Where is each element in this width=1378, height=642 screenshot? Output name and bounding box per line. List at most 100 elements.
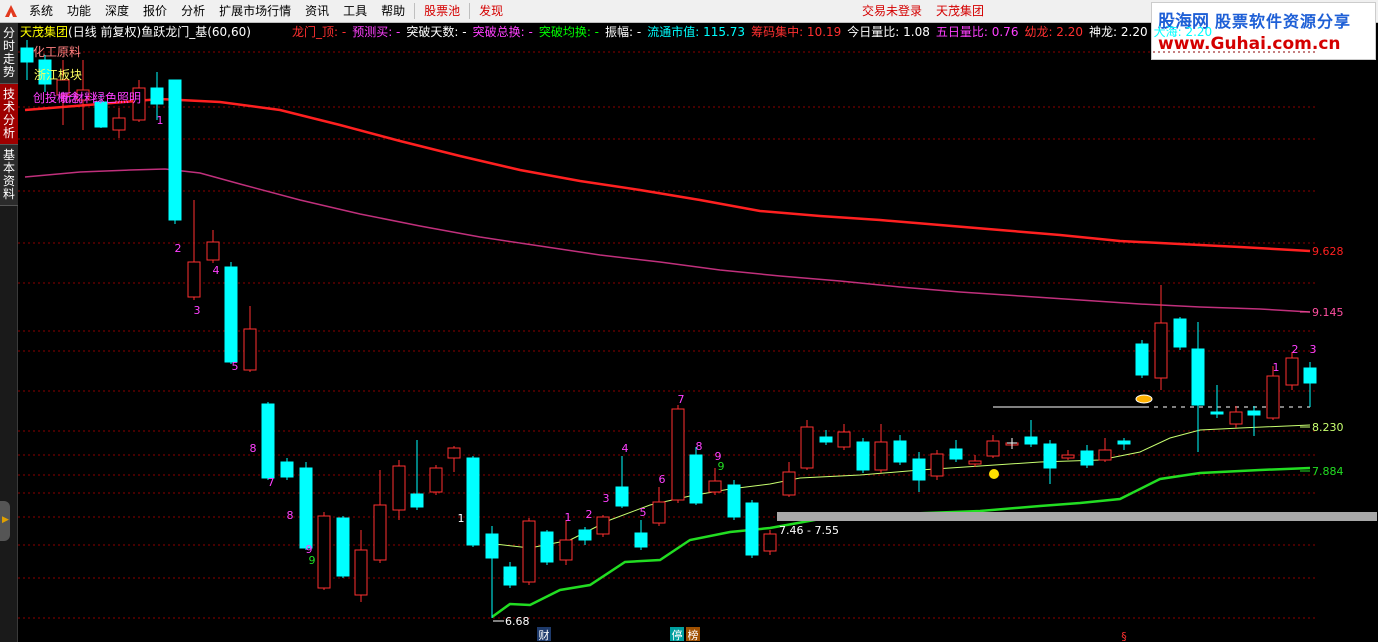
board-marker: 榜 <box>688 628 699 642</box>
candle-up <box>243 328 257 371</box>
candle-sequence-number: 1 <box>157 114 164 127</box>
arrow-right-icon: ▶ <box>2 515 9 525</box>
login-status[interactable]: 交易未登录 <box>862 0 922 22</box>
candle-up <box>187 261 201 298</box>
event-marker: § <box>1121 630 1127 642</box>
candle-sequence-number: 1 <box>565 511 572 524</box>
candle-up <box>429 467 443 493</box>
sector-label: 化工原料 <box>33 45 81 59</box>
support-band <box>777 512 1377 521</box>
candle-down <box>1117 440 1131 445</box>
candle-up <box>317 515 331 589</box>
candle-down <box>856 441 870 471</box>
candle-sequence-number: 7 <box>678 393 685 406</box>
candle-down <box>261 403 275 479</box>
candle-down <box>1043 443 1057 469</box>
menu-divider <box>414 3 416 19</box>
halt-marker: 停 <box>672 628 683 642</box>
candle-up <box>373 504 387 561</box>
signal-dot-marker <box>989 469 999 479</box>
menu-tools[interactable]: 工具 <box>336 0 374 22</box>
candle-up <box>782 471 796 496</box>
candle-down <box>485 533 499 559</box>
candle-up <box>930 453 944 477</box>
tab-fundamentals[interactable]: 基本资料 <box>0 145 18 206</box>
menu-news[interactable]: 资讯 <box>298 0 336 22</box>
menu-discover[interactable]: 发现 <box>472 0 510 22</box>
candle-up <box>652 501 666 524</box>
tab-intraday[interactable]: 分时走势 <box>0 23 18 84</box>
tab-technical[interactable]: 技术分析 <box>0 84 18 145</box>
candle-up <box>800 426 814 469</box>
candle-up <box>874 441 888 471</box>
candle-sequence-number: 3 <box>603 492 610 505</box>
menu-quote[interactable]: 报价 <box>136 0 174 22</box>
menu-stock-pool[interactable]: 股票池 <box>417 0 467 22</box>
menu-depth[interactable]: 深度 <box>98 0 136 22</box>
candle-down <box>1247 410 1261 416</box>
candle-up <box>1061 454 1075 459</box>
candle-up <box>968 460 982 465</box>
low-price-label: 6.68 <box>505 615 530 628</box>
candle-down <box>410 493 424 508</box>
menu-function[interactable]: 功能 <box>60 0 98 22</box>
candle-down <box>224 266 238 363</box>
menu-analysis[interactable]: 分析 <box>174 0 212 22</box>
candle-sequence-number: 2 <box>175 242 182 255</box>
candle-sequence-number: 3 <box>194 304 201 317</box>
candle-sequence-number: 1 <box>458 512 465 525</box>
candle-sequence-number: 8 <box>287 509 294 522</box>
finance-marker: 财 <box>539 628 550 642</box>
candle-down <box>94 101 108 128</box>
candle-down <box>20 47 34 63</box>
candle-sequence-number: 5 <box>640 506 647 519</box>
candle-up <box>837 431 851 448</box>
candle-down <box>949 448 963 460</box>
candle-down <box>1303 367 1317 384</box>
current-stock-title: 天茂集团 <box>936 4 985 18</box>
menu-help[interactable]: 帮助 <box>374 0 412 22</box>
candle-up <box>1154 322 1168 379</box>
candle-down <box>280 461 294 478</box>
sector-label: 绿色照明 <box>93 90 141 105</box>
candle-up <box>206 241 220 261</box>
candle-up <box>986 440 1000 457</box>
candle-sequence-number: 2 <box>586 508 593 521</box>
candle-down <box>634 532 648 548</box>
menu-extended-market[interactable]: 扩展市场行情 <box>212 0 298 22</box>
menu-divider <box>469 3 471 19</box>
candle-up <box>1266 375 1280 419</box>
panel-collapse-handle[interactable]: ▶ <box>0 501 10 541</box>
price-label: 7.884 <box>1312 465 1344 478</box>
candle-down <box>912 458 926 481</box>
candle-up <box>763 533 777 552</box>
price-label: 9.628 <box>1312 245 1344 258</box>
candle-down <box>893 440 907 463</box>
candle-up <box>559 539 573 561</box>
candle-sequence-number: 4 <box>622 442 629 455</box>
candle-down <box>819 436 833 443</box>
candle-down <box>1191 348 1205 406</box>
price-label: 9.145 <box>1312 306 1344 319</box>
sector-label: 新材料 <box>60 90 96 105</box>
candle-down <box>745 502 759 556</box>
candle-up <box>596 516 610 535</box>
candle-down <box>1135 343 1149 376</box>
candle-up <box>354 549 368 596</box>
candle-sequence-number: 8 <box>696 440 703 453</box>
menu-system[interactable]: 系统 <box>22 0 60 22</box>
candle-sequence-number: 8 <box>250 442 257 455</box>
candle-up <box>522 520 536 583</box>
candle-down <box>150 87 164 105</box>
candle-down <box>727 484 741 518</box>
candlestick-chart[interactable]: 12345878991 1 23456789912 39.6289.1458.2307… <box>18 23 1378 642</box>
candle-sequence-number: 2 <box>1292 343 1299 356</box>
candle-down <box>1210 411 1224 415</box>
ma-line-green <box>491 466 1311 619</box>
candle-up <box>1229 411 1243 425</box>
gold-ingot-icon <box>1135 394 1153 404</box>
app-logo-icon[interactable] <box>0 0 22 22</box>
candle-sequence-number: 3 <box>1310 343 1317 356</box>
candle-up <box>112 117 126 131</box>
candle-down <box>503 566 517 586</box>
